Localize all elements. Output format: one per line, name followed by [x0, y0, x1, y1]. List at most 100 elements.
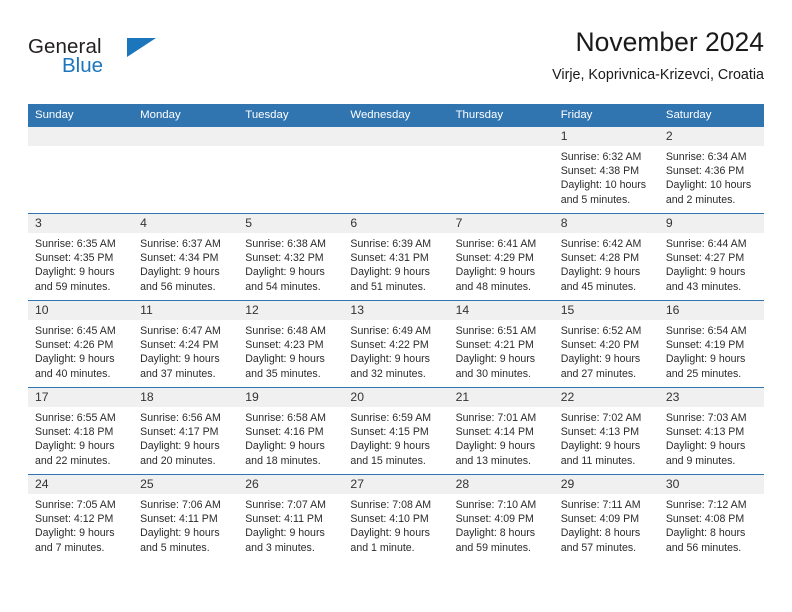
daylight-text-line2: and 35 minutes. — [245, 367, 321, 380]
day-details: Sunrise: 6:34 AM Sunset: 4:36 PM Daylight:… — [659, 146, 764, 207]
sunrise-text: Sunrise: 6:49 AM — [350, 325, 432, 337]
day-number: 25 — [133, 475, 239, 494]
calendar-day-cell[interactable]: 15 Sunrise: 6:52 AM Sunset: 4:20 PM Dayligh… — [553, 300, 659, 388]
day-details: Sunrise: 6:54 AM Sunset: 4:19 PM Daylight:… — [659, 320, 764, 381]
sunrise-text: Sunrise: 6:42 AM — [560, 238, 642, 250]
calendar-day-cell[interactable]: 22 Sunrise: 7:02 AM Sunset: 4:13 PM Dayligh… — [553, 387, 659, 475]
day-number: 4 — [133, 214, 239, 233]
day-details: Sunrise: 6:45 AM Sunset: 4:26 PM Daylight:… — [28, 320, 133, 381]
calendar-cell-empty — [343, 126, 449, 214]
calendar-day-cell[interactable]: 4 Sunrise: 6:37 AM Sunset: 4:34 PM Daylight… — [133, 213, 239, 301]
daylight-text-line2: and 22 minutes. — [35, 454, 111, 467]
calendar-day-cell[interactable]: 23 Sunrise: 7:03 AM Sunset: 4:13 PM Dayligh… — [658, 387, 764, 475]
sunrise-text: Sunrise: 6:35 AM — [35, 238, 116, 250]
daylight-text-line1: Daylight: 10 hours — [665, 179, 752, 192]
day-number: 12 — [238, 301, 344, 320]
calendar-day-cell[interactable]: 12 Sunrise: 6:48 AM Sunset: 4:23 PM Dayligh… — [238, 300, 344, 388]
calendar-day-cell[interactable]: 5 Sunrise: 6:38 AM Sunset: 4:32 PM Daylight… — [238, 213, 344, 301]
calendar-day-cell[interactable]: 1 Sunrise: 6:32 AM Sunset: 4:38 PM Daylight… — [553, 126, 659, 214]
calendar-day-cell[interactable]: 27 Sunrise: 7:08 AM Sunset: 4:10 PM Dayligh… — [343, 474, 449, 561]
calendar-day-cell[interactable]: 11 Sunrise: 6:47 AM Sunset: 4:24 PM Dayligh… — [133, 300, 239, 388]
daylight-text-line1: Daylight: 9 hours — [560, 266, 641, 279]
day-number: 26 — [238, 475, 344, 494]
calendar-day-cell[interactable]: 7 Sunrise: 6:41 AM Sunset: 4:29 PM Daylight… — [448, 213, 554, 301]
page-header: General Blue November 2024 Virje, Kopriv… — [28, 27, 764, 98]
day-details: Sunrise: 6:59 AM Sunset: 4:15 PM Daylight:… — [343, 407, 448, 468]
day-cell-inner: 15 Sunrise: 6:52 AM Sunset: 4:20 PM Dayligh… — [553, 301, 659, 387]
day-number: 24 — [28, 475, 134, 494]
sunrise-text: Sunrise: 7:03 AM — [665, 412, 747, 424]
daylight-text-line2: and 15 minutes. — [350, 454, 426, 467]
daylight-text-line1: Daylight: 9 hours — [140, 353, 220, 366]
day-cell-inner: 28 Sunrise: 7:10 AM Sunset: 4:09 PM Dayligh… — [448, 475, 554, 561]
sunrise-text: Sunrise: 6:34 AM — [665, 151, 747, 163]
sunrise-text: Sunrise: 6:45 AM — [35, 325, 116, 337]
calendar-day-cell[interactable]: 26 Sunrise: 7:07 AM Sunset: 4:11 PM Dayligh… — [238, 474, 344, 561]
daylight-text-line2: and 2 minutes. — [665, 193, 736, 206]
calendar-day-cell[interactable]: 18 Sunrise: 6:56 AM Sunset: 4:17 PM Dayligh… — [133, 387, 239, 475]
calendar-day-cell[interactable]: 16 Sunrise: 6:54 AM Sunset: 4:19 PM Dayligh… — [658, 300, 764, 388]
day-cell-inner: 18 Sunrise: 6:56 AM Sunset: 4:17 PM Dayligh… — [133, 388, 239, 474]
day-cell-inner: 7 Sunrise: 6:41 AM Sunset: 4:29 PM Daylight… — [448, 214, 554, 300]
daylight-text-line1: Daylight: 9 hours — [245, 440, 325, 453]
calendar-day-cell[interactable]: 29 Sunrise: 7:11 AM Sunset: 4:09 PM Dayligh… — [553, 474, 659, 561]
day-cell-inner — [133, 127, 239, 213]
day-number: 10 — [28, 301, 134, 320]
sunrise-text: Sunrise: 6:58 AM — [245, 412, 326, 424]
daylight-text-line2: and 56 minutes. — [140, 280, 216, 293]
day-details: Sunrise: 6:49 AM Sunset: 4:22 PM Daylight:… — [343, 320, 448, 381]
day-number: 29 — [553, 475, 659, 494]
day-cell-inner: 1 Sunrise: 6:32 AM Sunset: 4:38 PM Daylight… — [553, 127, 659, 213]
sunset-text: Sunset: 4:22 PM — [350, 339, 429, 352]
calendar-day-cell[interactable]: 10 Sunrise: 6:45 AM Sunset: 4:26 PM Dayligh… — [28, 300, 134, 388]
day-cell-inner: 13 Sunrise: 6:49 AM Sunset: 4:22 PM Dayligh… — [343, 301, 449, 387]
calendar-day-cell[interactable]: 25 Sunrise: 7:06 AM Sunset: 4:11 PM Dayligh… — [133, 474, 239, 561]
calendar-day-cell[interactable]: 2 Sunrise: 6:34 AM Sunset: 4:36 PM Daylight… — [658, 126, 764, 214]
weekday-header-friday: Friday — [553, 104, 659, 127]
day-details: Sunrise: 6:52 AM Sunset: 4:20 PM Daylight:… — [554, 320, 659, 381]
day-details: Sunrise: 7:06 AM Sunset: 4:11 PM Daylight:… — [133, 494, 238, 555]
general-blue-logo[interactable]: General Blue — [28, 35, 228, 87]
calendar-day-cell[interactable]: 30 Sunrise: 7:12 AM Sunset: 4:08 PM Dayligh… — [658, 474, 764, 561]
weekday-header-thursday: Thursday — [448, 104, 554, 127]
calendar-day-cell[interactable]: 20 Sunrise: 6:59 AM Sunset: 4:15 PM Dayligh… — [343, 387, 449, 475]
day-number: 5 — [238, 214, 344, 233]
calendar-day-cell[interactable]: 21 Sunrise: 7:01 AM Sunset: 4:14 PM Dayligh… — [448, 387, 554, 475]
sunrise-text: Sunrise: 6:32 AM — [560, 151, 642, 163]
day-number — [238, 127, 344, 146]
calendar-day-cell[interactable]: 14 Sunrise: 6:51 AM Sunset: 4:21 PM Dayligh… — [448, 300, 554, 388]
day-number: 30 — [658, 475, 764, 494]
sunset-text: Sunset: 4:29 PM — [455, 252, 534, 265]
calendar-day-cell[interactable]: 28 Sunrise: 7:10 AM Sunset: 4:09 PM Dayligh… — [448, 474, 554, 561]
sunset-text: Sunset: 4:20 PM — [560, 339, 640, 352]
sunrise-text: Sunrise: 6:37 AM — [140, 238, 221, 250]
calendar-day-cell[interactable]: 13 Sunrise: 6:49 AM Sunset: 4:22 PM Dayligh… — [343, 300, 449, 388]
day-number: 28 — [448, 475, 554, 494]
daylight-text-line1: Daylight: 9 hours — [350, 440, 430, 453]
sunset-text: Sunset: 4:16 PM — [245, 426, 324, 439]
calendar-body: 1 Sunrise: 6:32 AM Sunset: 4:38 PM Daylight… — [28, 126, 764, 561]
day-number: 11 — [133, 301, 239, 320]
daylight-text-line2: and 5 minutes. — [560, 193, 631, 206]
daylight-text-line1: Daylight: 9 hours — [560, 440, 641, 453]
calendar-day-cell[interactable]: 17 Sunrise: 6:55 AM Sunset: 4:18 PM Dayligh… — [28, 387, 134, 475]
calendar-day-cell[interactable]: 8 Sunrise: 6:42 AM Sunset: 4:28 PM Daylight… — [553, 213, 659, 301]
sunrise-text: Sunrise: 7:12 AM — [665, 499, 747, 511]
calendar-day-cell[interactable]: 3 Sunrise: 6:35 AM Sunset: 4:35 PM Daylight… — [28, 213, 134, 301]
daylight-text-line1: Daylight: 8 hours — [455, 527, 536, 540]
calendar-day-cell[interactable]: 9 Sunrise: 6:44 AM Sunset: 4:27 PM Daylight… — [658, 213, 764, 301]
calendar-day-cell[interactable]: 6 Sunrise: 6:39 AM Sunset: 4:31 PM Daylight… — [343, 213, 449, 301]
daylight-text-line2: and 32 minutes. — [350, 367, 426, 380]
calendar-day-cell[interactable]: 24 Sunrise: 7:05 AM Sunset: 4:12 PM Dayligh… — [28, 474, 134, 561]
day-number: 9 — [658, 214, 764, 233]
day-details: Sunrise: 6:39 AM Sunset: 4:31 PM Daylight:… — [343, 233, 448, 294]
day-details: Sunrise: 7:11 AM Sunset: 4:09 PM Daylight:… — [554, 494, 659, 555]
day-details: Sunrise: 7:03 AM Sunset: 4:13 PM Daylight:… — [659, 407, 764, 468]
day-details: Sunrise: 6:37 AM Sunset: 4:34 PM Daylight:… — [133, 233, 238, 294]
sunset-text: Sunset: 4:26 PM — [35, 339, 114, 352]
day-details: Sunrise: 6:42 AM Sunset: 4:28 PM Daylight:… — [554, 233, 659, 294]
day-number: 22 — [553, 388, 659, 407]
day-number: 20 — [343, 388, 449, 407]
sunrise-text: Sunrise: 6:55 AM — [35, 412, 116, 424]
calendar-day-cell[interactable]: 19 Sunrise: 6:58 AM Sunset: 4:16 PM Dayligh… — [238, 387, 344, 475]
